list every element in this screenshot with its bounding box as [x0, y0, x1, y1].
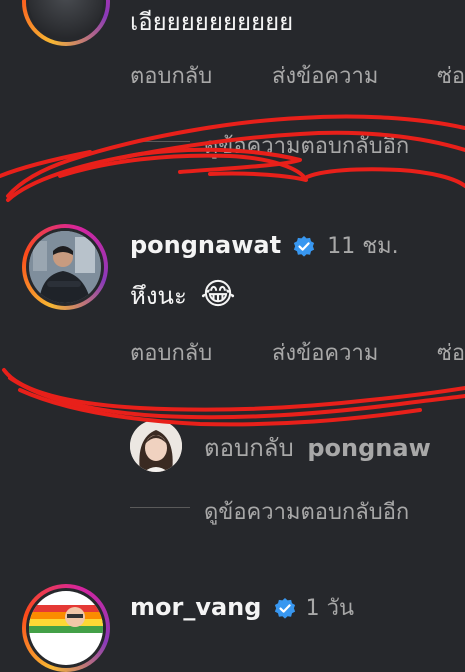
view-replies-button[interactable]: ดูข้อความตอบกลับอีก — [204, 494, 409, 529]
person-photo-icon — [29, 231, 101, 303]
reply-button[interactable]: ตอบกลับ — [130, 335, 212, 370]
comment-time-mor-vang: 1 วัน — [305, 596, 355, 621]
verified-badge-icon — [292, 235, 316, 263]
reply-mention: pongnaw — [307, 434, 431, 462]
comment-time: 11 ชม. — [327, 234, 399, 259]
comment-header-mor-vang: mor_vang 1 วัน — [130, 590, 354, 625]
reply-button-top[interactable]: ตอบกลับ — [130, 58, 212, 93]
comment-body: หึงนะ — [130, 282, 187, 310]
rainbow-profile-icon — [29, 605, 103, 633]
username-mor-vang[interactable]: mor_vang — [130, 593, 261, 621]
avatar — [29, 231, 101, 303]
reply-avatar — [130, 420, 182, 472]
avatar-ring-mor-vang[interactable] — [22, 584, 110, 672]
laughing-emoji-icon: 😂 — [200, 277, 236, 312]
comment-header: pongnawat 11 ชม. — [130, 228, 399, 263]
more-button[interactable]: ซ่อ — [437, 335, 465, 370]
avatar — [29, 591, 103, 665]
comment-text: หึงนะ 😂 — [130, 276, 236, 315]
view-replies-button-top[interactable]: ดูข้อความตอบกลับอีก — [204, 128, 409, 163]
more-button-top[interactable]: ซ่อ — [437, 58, 465, 93]
avatar-ring-pongnawat[interactable] — [22, 224, 108, 310]
divider — [130, 507, 190, 508]
reply-prompt[interactable]: ตอบกลับ pongnaw — [204, 428, 431, 467]
comment-text-top: เอียยยยยยยยยย — [130, 8, 294, 36]
send-message-button[interactable]: ส่งข้อความ — [272, 335, 378, 370]
verified-badge-icon — [273, 597, 297, 625]
profile-photo-icon — [130, 420, 182, 472]
avatar-ring-top[interactable] — [22, 0, 110, 46]
send-message-button-top[interactable]: ส่งข้อความ — [272, 58, 378, 93]
username-pongnawat[interactable]: pongnawat — [130, 231, 281, 259]
reply-prefix: ตอบกลับ — [204, 434, 294, 462]
divider — [130, 141, 190, 142]
